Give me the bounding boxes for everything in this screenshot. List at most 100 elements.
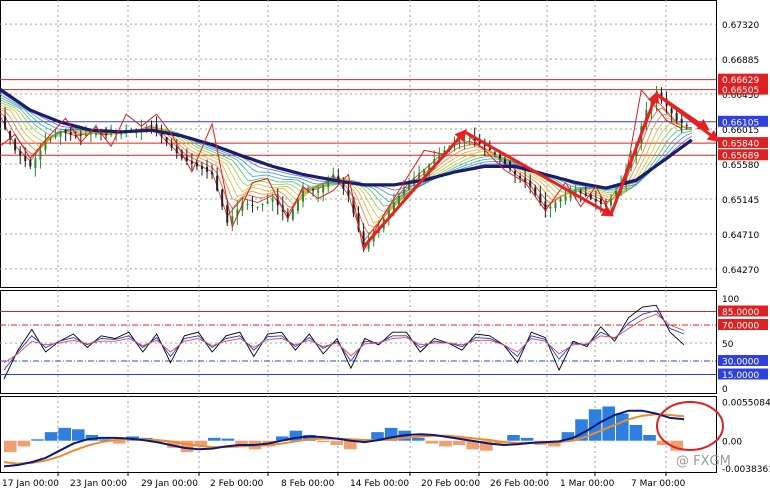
- candle-body: [564, 195, 567, 201]
- candle-body: [256, 206, 259, 208]
- macd-histogram-bar: [112, 440, 126, 444]
- candle-body: [221, 189, 224, 207]
- candle-body: [317, 190, 320, 193]
- candle-body: [397, 195, 400, 205]
- candle-body: [680, 119, 683, 124]
- candle-body: [291, 209, 294, 220]
- candle-body: [493, 152, 496, 155]
- candle-body: [165, 137, 168, 143]
- candle-body: [34, 158, 37, 169]
- x-tick-label: 20 Feb 00:00: [421, 479, 480, 489]
- candle-body: [145, 127, 148, 130]
- highlight-circle: [656, 401, 724, 451]
- candle-body: [463, 139, 466, 141]
- candle-body: [19, 150, 22, 156]
- candle-body: [216, 175, 219, 191]
- x-tick-label: 8 Feb 00:00: [281, 479, 335, 489]
- candle-body: [261, 203, 264, 206]
- macd-histogram-bar: [439, 440, 452, 447]
- forex-chart: 0.673200.668850.664500.660150.655800.651…: [0, 0, 770, 489]
- price-tick-label: 0.64710: [722, 231, 759, 241]
- candle-body: [69, 131, 72, 136]
- trend-arrow: [362, 129, 467, 248]
- candle-body: [24, 155, 27, 162]
- trend-arrow: [609, 90, 660, 216]
- candle-body: [685, 125, 688, 127]
- oscillator-line: [3, 304, 685, 380]
- ma-ribbon-line: [0, 91, 693, 191]
- price-panel: 0.673200.668850.664500.660150.655800.651…: [0, 0, 768, 288]
- candle-body: [584, 193, 587, 196]
- oscillator-panel: 100 50 0 85.0000 70.0000 30.0000 15.0000: [0, 290, 768, 395]
- x-tick-label: 29 Jan 00:00: [141, 479, 198, 489]
- candle-body: [347, 189, 350, 197]
- candle-body: [468, 138, 471, 140]
- price-level-label: 0.66505: [722, 86, 759, 96]
- price-level-label: 0.66105: [722, 118, 759, 128]
- macd-histogram-bar: [412, 437, 425, 441]
- candle-body: [94, 133, 97, 135]
- candle-body: [594, 199, 597, 202]
- candle-body: [49, 138, 52, 141]
- candle-body: [150, 124, 153, 126]
- candle-body: [519, 176, 522, 179]
- macd-histogram-bar: [58, 427, 71, 441]
- macd-histogram-bar: [520, 437, 534, 441]
- macd-histogram-bar: [208, 437, 221, 441]
- candle-body: [554, 202, 557, 209]
- candle-body: [529, 180, 532, 187]
- macd-histogram-bar: [44, 432, 58, 441]
- price-tick-label: 0.65580: [722, 161, 759, 171]
- candle-body: [312, 189, 315, 191]
- macd-histogram-bar: [330, 440, 343, 445]
- candle-body: [402, 189, 405, 195]
- candle-body: [301, 190, 304, 202]
- macd-tick-label: 0.00: [722, 438, 742, 448]
- price-tick-label: 0.64270: [722, 266, 759, 276]
- candle-body: [423, 168, 426, 176]
- osc-level-label: 30.0000: [722, 358, 759, 368]
- candle-body: [110, 133, 113, 135]
- trend-arrow: [463, 130, 615, 217]
- candle-body: [675, 113, 678, 121]
- candle-body: [428, 164, 431, 170]
- candle-body: [206, 166, 209, 172]
- candle-body: [458, 140, 461, 145]
- candle-body: [271, 198, 274, 202]
- candle-body: [514, 171, 517, 175]
- macd-tick-label: 0.0055084: [722, 398, 770, 408]
- candle-body: [175, 147, 178, 154]
- price-tick-label: 0.66885: [722, 56, 759, 66]
- x-tick-label: 7 Mar 00:00: [631, 479, 686, 489]
- macd-histogram-bar: [616, 413, 629, 441]
- candle-body: [488, 148, 491, 151]
- osc-level-label: 85.0000: [722, 308, 759, 318]
- candle-body: [64, 129, 67, 134]
- candle-body: [226, 205, 229, 223]
- candle-body: [195, 162, 198, 167]
- time-axis: 17 Jan 00:00 23 Jan 00:00 29 Jan 00:00 2 Fe…: [2, 472, 686, 489]
- x-tick-label: 14 Feb 00:00: [350, 479, 409, 489]
- candle-body: [503, 159, 506, 164]
- candle-body: [29, 160, 32, 167]
- watermark: @ FXGM: [676, 454, 731, 469]
- price-level-label: 0.65840: [722, 140, 759, 150]
- candle-body: [14, 139, 17, 151]
- x-tick-label: 17 Jan 00:00: [2, 479, 59, 489]
- x-tick-label: 23 Jan 00:00: [70, 479, 127, 489]
- macd-histogram-bar: [629, 425, 643, 441]
- candle-body: [579, 190, 582, 194]
- candle-body: [418, 173, 421, 180]
- macd-histogram-bar: [31, 439, 44, 441]
- macd-histogram-bar: [452, 440, 466, 445]
- candle-body: [79, 134, 82, 136]
- osc-tick-label: 100: [722, 295, 739, 305]
- macd-histogram-bar: [72, 429, 85, 441]
- macd-histogram-bar: [507, 435, 520, 441]
- candle-body: [190, 161, 193, 164]
- candle-body: [498, 154, 501, 159]
- macd-histogram-bar: [17, 440, 31, 447]
- ma-ribbon-line: [0, 101, 692, 213]
- candle-body: [322, 185, 325, 193]
- candle-body: [200, 165, 203, 170]
